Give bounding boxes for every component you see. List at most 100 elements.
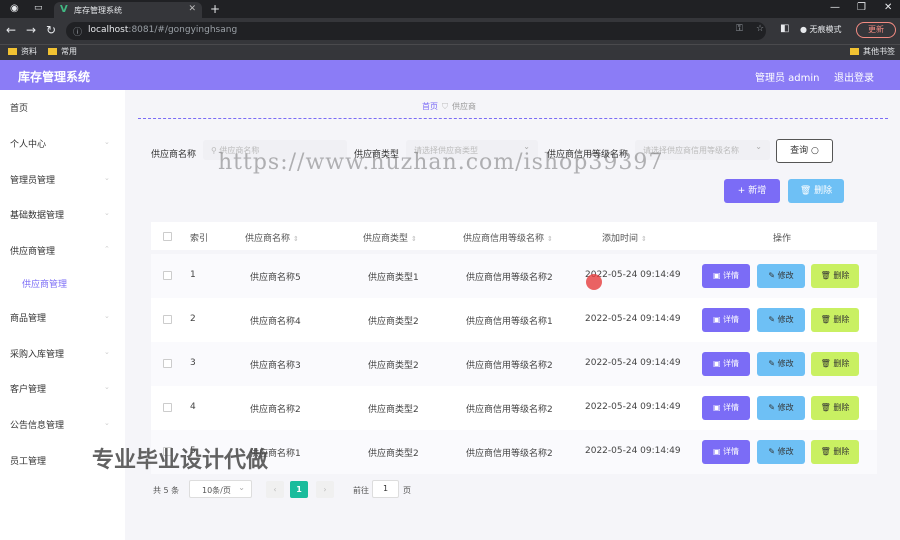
sort-icon: ⇕	[411, 235, 417, 243]
sidebar-item-basic-data[interactable]: 基础数据管理	[10, 208, 64, 221]
edit-icon: ✎	[768, 403, 778, 412]
edit-icon: ✎	[768, 315, 778, 324]
chevron-down-icon: ⌄	[104, 419, 110, 427]
edit-button[interactable]: ✎ 修改	[757, 440, 805, 464]
url-host: localhost	[88, 25, 129, 35]
supplier-table: 索引 供应商名称 ⇕ 供应商类型 ⇕ 供应商信用等级名称 ⇕ 添加时间 ⇕ 操作 1 供…	[151, 222, 877, 478]
sidebar-item-admin[interactable]: 管理员管理	[10, 173, 55, 186]
table-row: 3 供应商名称3 供应商类型2 供应商信用等级名称2 2022-05-24 09…	[151, 342, 877, 386]
sidebar-subitem-supplier-manage[interactable]: 供应商管理	[22, 277, 67, 290]
logout-link[interactable]: 退出登录	[834, 69, 874, 84]
table-row: 2 供应商名称4 供应商类型2 供应商信用等级名称1 2022-05-24 09…	[151, 298, 877, 342]
bookmark-star-icon[interactable]: ☆	[756, 24, 764, 34]
breadcrumb-home[interactable]: 首页	[422, 102, 438, 111]
browser-tab-active[interactable]: V 库存管理系统 ✕	[54, 2, 202, 18]
query-button[interactable]: 查询 ○	[776, 139, 833, 163]
batch-delete-button[interactable]: 🗑 删除	[788, 179, 844, 203]
chevron-down-icon: ⌄	[104, 312, 110, 320]
edit-button[interactable]: ✎ 修改	[757, 308, 805, 332]
restore-icon[interactable]: ❐	[857, 2, 866, 13]
folder-icon	[850, 48, 859, 55]
tab-overview-icon[interactable]: ▭	[34, 3, 43, 13]
detail-button[interactable]: ▣ 详情	[702, 440, 750, 464]
page-size-select[interactable]: 10条/页 ⌄	[189, 480, 252, 498]
tab-close-icon[interactable]: ✕	[188, 4, 196, 14]
side-panel-icon[interactable]: ◧	[780, 23, 789, 34]
header-type[interactable]: 供应商类型 ⇕	[363, 231, 417, 244]
detail-icon: ▣	[712, 359, 724, 368]
detail-button[interactable]: ▣ 详情	[702, 264, 750, 288]
row-checkbox[interactable]	[163, 271, 172, 280]
delete-button[interactable]: 🗑 删除	[811, 308, 859, 332]
add-button[interactable]: + 新增	[724, 179, 780, 203]
bookmark-folder-changyong[interactable]: 常用	[48, 46, 77, 57]
header-level[interactable]: 供应商信用等级名称 ⇕	[463, 231, 553, 244]
row-checkbox[interactable]	[163, 403, 172, 412]
window-close-icon[interactable]: ✕	[884, 2, 892, 13]
sidebar-item-customer[interactable]: 客户管理	[10, 382, 46, 395]
page-number-button[interactable]: 1	[290, 481, 308, 498]
folder-icon	[8, 48, 17, 55]
delete-button[interactable]: 🗑 删除	[811, 352, 859, 376]
sidebar-item-supplier[interactable]: 供应商管理	[10, 244, 55, 257]
incognito-icon: ●	[800, 25, 807, 34]
goto-page-input[interactable]: 1	[372, 480, 399, 498]
site-info-icon[interactable]: ⓘ	[73, 25, 82, 38]
other-bookmarks[interactable]: 其他书签	[850, 46, 895, 57]
cell-index: 4	[190, 402, 196, 412]
sidebar-item-notice[interactable]: 公告信息管理	[10, 418, 64, 431]
sidebar-item-home[interactable]: 首页	[10, 101, 28, 114]
page-suffix: 页	[403, 486, 411, 495]
minimize-icon[interactable]: —	[830, 2, 840, 13]
delete-button[interactable]: 🗑 删除	[811, 396, 859, 420]
header-name[interactable]: 供应商名称 ⇕	[245, 231, 299, 244]
detail-button[interactable]: ▣ 详情	[702, 352, 750, 376]
cell-level: 供应商信用等级名称2	[466, 449, 553, 459]
sidebar-item-goods[interactable]: 商品管理	[10, 311, 46, 324]
breadcrumb: 首页 ⛉ 供应商	[422, 101, 476, 112]
edit-button[interactable]: ✎ 修改	[757, 264, 805, 288]
row-checkbox[interactable]	[163, 315, 172, 324]
incognito-indicator[interactable]: ● 无痕模式	[800, 24, 842, 35]
chevron-down-icon: ⌄	[238, 483, 245, 492]
table-row: 4 供应商名称2 供应商类型2 供应商信用等级名称2 2022-05-24 09…	[151, 386, 877, 430]
sidebar-item-purchase[interactable]: 采购入库管理	[10, 347, 64, 360]
trash-icon: 🗑	[799, 186, 812, 196]
select-all-checkbox[interactable]	[163, 232, 172, 241]
sort-icon: ⇕	[547, 235, 553, 243]
edit-icon: ✎	[768, 359, 778, 368]
search-icon: ○	[811, 146, 819, 156]
bookmark-folder-ziliao[interactable]: 资料	[8, 46, 37, 57]
detail-icon: ▣	[712, 271, 724, 280]
sort-icon: ⇕	[293, 235, 299, 243]
watermark-url: https://www.huzhan.com/ishop39397	[218, 150, 664, 175]
cell-level: 供应商信用等级名称1	[466, 317, 553, 327]
table-row: 1 供应商名称5 供应商类型1 供应商信用等级名称2 2022-05-24 09…	[151, 254, 877, 298]
sidebar-item-profile[interactable]: 个人中心	[10, 137, 46, 150]
edit-button[interactable]: ✎ 修改	[757, 352, 805, 376]
sidebar-item-staff[interactable]: 员工管理	[10, 454, 46, 467]
prev-page-button[interactable]: ‹	[266, 481, 284, 498]
cell-index: 1	[190, 270, 196, 280]
row-checkbox[interactable]	[163, 359, 172, 368]
update-button[interactable]: 更新	[856, 22, 896, 38]
table-header: 索引 供应商名称 ⇕ 供应商类型 ⇕ 供应商信用等级名称 ⇕ 添加时间 ⇕ 操作	[151, 222, 877, 250]
address-bar[interactable]: ⓘ localhost:8081/#/gongyinghsang	[66, 22, 766, 40]
detail-button[interactable]: ▣ 详情	[702, 396, 750, 420]
detail-icon: ▣	[712, 403, 724, 412]
reload-icon[interactable]: ↻	[46, 23, 56, 37]
forward-icon[interactable]: →	[26, 23, 36, 37]
header-time[interactable]: 添加时间 ⇕	[602, 231, 647, 244]
breadcrumb-divider	[138, 118, 888, 119]
detail-button[interactable]: ▣ 详情	[702, 308, 750, 332]
browser-menu-icon[interactable]: ◉	[10, 3, 19, 14]
next-page-button[interactable]: ›	[316, 481, 334, 498]
new-tab-icon[interactable]: +	[210, 2, 220, 16]
cell-time: 2022-05-24 09:14:49	[585, 314, 681, 324]
supplier-name-label: 供应商名称	[151, 150, 197, 160]
delete-button[interactable]: 🗑 删除	[811, 264, 859, 288]
delete-button[interactable]: 🗑 删除	[811, 440, 859, 464]
key-icon[interactable]: ⚿	[736, 24, 743, 34]
back-icon[interactable]: ←	[6, 23, 16, 37]
edit-button[interactable]: ✎ 修改	[757, 396, 805, 420]
